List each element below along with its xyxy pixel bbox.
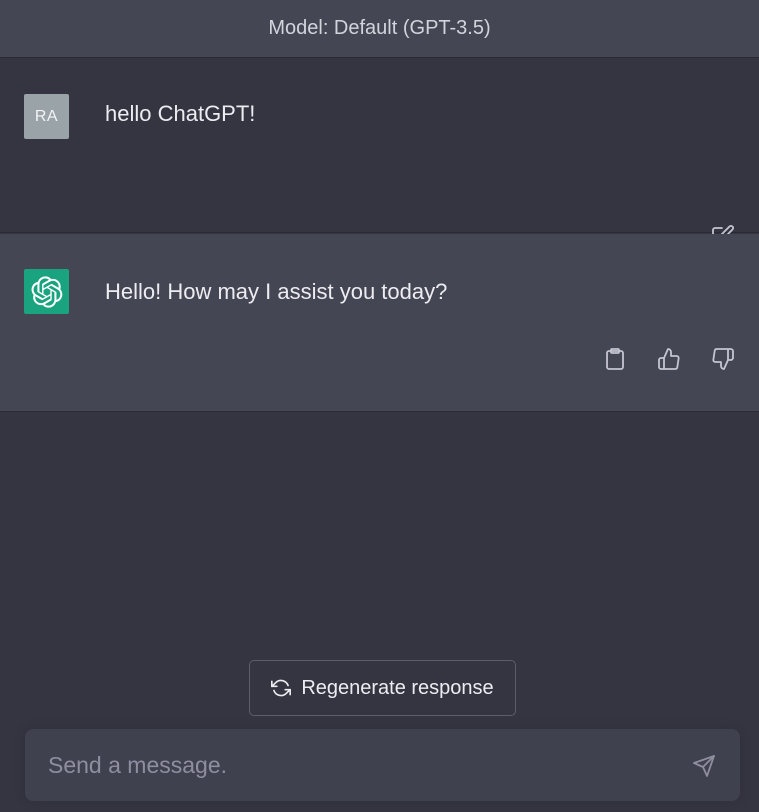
user-message: RA hello ChatGPT! <box>0 58 759 247</box>
thumbs-up-icon[interactable] <box>655 345 683 373</box>
message-input[interactable] <box>48 729 668 801</box>
assistant-message-text: Hello! How may I assist you today? <box>105 279 448 304</box>
assistant-avatar <box>24 269 69 314</box>
user-avatar: RA <box>24 94 69 139</box>
refresh-icon <box>271 679 292 697</box>
model-header: Model: Default (GPT-3.5) <box>0 0 759 58</box>
model-title: Model: Default (GPT-3.5) <box>268 17 491 39</box>
regenerate-label: Regenerate response <box>301 676 494 699</box>
user-message-text: hello ChatGPT! <box>105 101 256 126</box>
message-composer <box>25 729 740 801</box>
openai-logo-icon <box>31 275 62 308</box>
regenerate-response-button[interactable]: Regenerate response <box>249 660 516 716</box>
user-avatar-initials: RA <box>34 107 59 125</box>
chat-app: Model: Default (GPT-3.5) RA hello ChatGP… <box>0 0 759 812</box>
send-icon[interactable] <box>690 752 718 780</box>
thumbs-down-icon[interactable] <box>709 345 737 373</box>
clipboard-icon[interactable] <box>601 345 629 373</box>
assistant-message: Hello! How may I assist you today? <box>0 234 759 412</box>
